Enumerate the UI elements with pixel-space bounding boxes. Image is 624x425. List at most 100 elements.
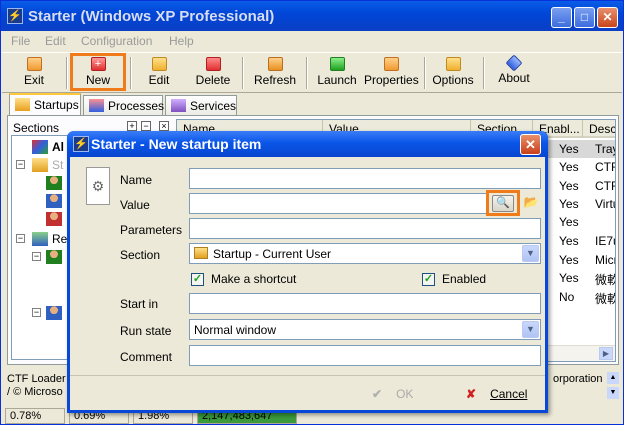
- make-shortcut-checkbox[interactable]: ✓: [191, 273, 204, 286]
- description-cell: Tray...: [595, 142, 615, 156]
- make-shortcut-label[interactable]: Make a shortcut: [211, 272, 296, 286]
- cpu-usage: 0.78%: [5, 408, 65, 424]
- scroll-right-icon[interactable]: ▶: [599, 347, 613, 360]
- collapse-icon[interactable]: −: [32, 308, 41, 317]
- launch-icon: [329, 57, 345, 71]
- exit-icon: [26, 57, 42, 71]
- enabled-cell: Yes: [559, 142, 579, 156]
- new-startup-item-dialog: ⚡ Starter - New startup item ✕ ⚙ Name Va…: [67, 131, 548, 413]
- dialog-title: Starter - New startup item: [91, 136, 262, 152]
- delete-button[interactable]: Delete: [188, 55, 238, 93]
- browse-file-button[interactable]: 🔍: [492, 195, 514, 212]
- column-description[interactable]: Descr: [583, 120, 615, 138]
- value-label: Value: [120, 198, 150, 212]
- enabled-cell: Yes: [559, 160, 579, 174]
- tab-strip: Startups Processes Services: [7, 93, 619, 116]
- collapse-all-icon[interactable]: −: [141, 121, 151, 131]
- close-button[interactable]: ✕: [597, 7, 618, 28]
- toolbar-separator: [483, 57, 485, 89]
- properties-button-label: Properties: [364, 73, 419, 87]
- minimize-button[interactable]: _: [551, 7, 572, 28]
- section-label: Section: [120, 248, 161, 262]
- app-icon: ⚡: [73, 136, 89, 152]
- dialog-title-bar[interactable]: ⚡ Starter - New startup item ✕: [67, 131, 548, 157]
- title-bar[interactable]: ⚡ Starter (Windows XP Professional) _ □ …: [1, 1, 623, 31]
- edit-icon: [151, 57, 167, 71]
- users-icon: [46, 306, 62, 320]
- start-in-field[interactable]: [189, 293, 541, 314]
- cpu-usage-value: 0.78%: [10, 410, 42, 422]
- maximize-button[interactable]: □: [574, 7, 595, 28]
- launch-button[interactable]: Launch: [312, 55, 362, 93]
- description-cell: Micro: [595, 253, 615, 267]
- enabled-cell: No: [559, 290, 575, 304]
- tab-processes-label: Processes: [108, 99, 165, 113]
- comment-field[interactable]: [189, 345, 541, 366]
- toolbar-separator: [424, 57, 426, 89]
- section-select[interactable]: Startup - Current User ▼: [189, 243, 541, 264]
- properties-icon: [383, 57, 399, 71]
- tree-item-all[interactable]: Al: [52, 140, 64, 154]
- folder-icon: [194, 247, 208, 259]
- tree-item-registry[interactable]: Re: [52, 232, 67, 246]
- properties-button[interactable]: Properties: [364, 55, 419, 93]
- services-icon: [171, 99, 186, 112]
- tree-item-startup[interactable]: St: [52, 158, 63, 172]
- value-field[interactable]: [189, 193, 489, 214]
- description-cell: CTF l: [595, 179, 616, 193]
- chevron-down-icon[interactable]: ▼: [522, 321, 539, 338]
- edit-button-label: Edit: [148, 73, 170, 87]
- exit-button[interactable]: Exit: [8, 55, 60, 93]
- browse-registry-button[interactable]: 📂: [522, 195, 540, 212]
- description-cell: IE7up: [595, 234, 615, 248]
- edit-button[interactable]: Edit: [134, 55, 184, 93]
- refresh-button-label: Refresh: [253, 73, 297, 87]
- about-button[interactable]: About: [490, 54, 538, 93]
- delete-button-label: Delete: [195, 73, 231, 87]
- enabled-cell: Yes: [559, 253, 579, 267]
- enabled-label[interactable]: Enabled: [442, 272, 486, 286]
- tab-processes[interactable]: Processes: [83, 95, 165, 115]
- collapse-icon[interactable]: −: [16, 160, 25, 169]
- refresh-button[interactable]: Refresh: [250, 55, 300, 93]
- toolbar-separator: [242, 57, 244, 89]
- ok-button[interactable]: ✔ OK: [372, 387, 413, 401]
- name-field[interactable]: [189, 168, 541, 189]
- all-icon: [32, 140, 48, 154]
- options-button[interactable]: Options: [430, 55, 476, 93]
- app-icon: ⚡: [7, 8, 23, 24]
- about-icon: [505, 54, 523, 72]
- cancel-button[interactable]: ✘ Cancel: [466, 387, 527, 401]
- parameters-field[interactable]: [189, 218, 541, 239]
- enabled-cell: Yes: [559, 197, 579, 211]
- collapse-icon[interactable]: −: [16, 234, 25, 243]
- tab-startups[interactable]: Startups: [9, 93, 81, 116]
- toolbar-separator: [66, 57, 68, 89]
- menu-file[interactable]: File: [11, 34, 30, 48]
- enabled-checkbox[interactable]: ✓: [422, 273, 435, 286]
- collapse-icon[interactable]: −: [32, 252, 41, 261]
- cancel-x-icon: ✘: [466, 387, 477, 401]
- enabled-cell: Yes: [559, 271, 579, 285]
- about-button-label: About: [498, 71, 530, 85]
- close-pane-icon[interactable]: ×: [159, 121, 169, 131]
- expand-all-icon[interactable]: +: [127, 121, 137, 131]
- scroll-up-icon[interactable]: ▲: [607, 372, 619, 384]
- folder-icon: [15, 98, 30, 111]
- menu-help[interactable]: Help: [169, 34, 194, 48]
- run-state-value: Normal window: [194, 323, 277, 337]
- dialog-close-button[interactable]: ✕: [520, 134, 541, 155]
- run-state-select[interactable]: Normal window ▼: [189, 319, 541, 340]
- delete-icon: [205, 57, 221, 71]
- checkmark-icon: ✔: [372, 387, 383, 401]
- registry-icon: [32, 232, 48, 246]
- description-cell: 微軟: [595, 273, 615, 287]
- launch-button-label: Launch: [317, 73, 357, 87]
- menu-edit[interactable]: Edit: [45, 34, 66, 48]
- tab-services[interactable]: Services: [165, 95, 237, 115]
- enabled-cell: Yes: [559, 234, 579, 248]
- chevron-down-icon[interactable]: ▼: [522, 245, 539, 262]
- users-icon: [46, 194, 62, 208]
- scroll-down-icon[interactable]: ▼: [607, 387, 619, 399]
- menu-configuration[interactable]: Configuration: [81, 34, 152, 48]
